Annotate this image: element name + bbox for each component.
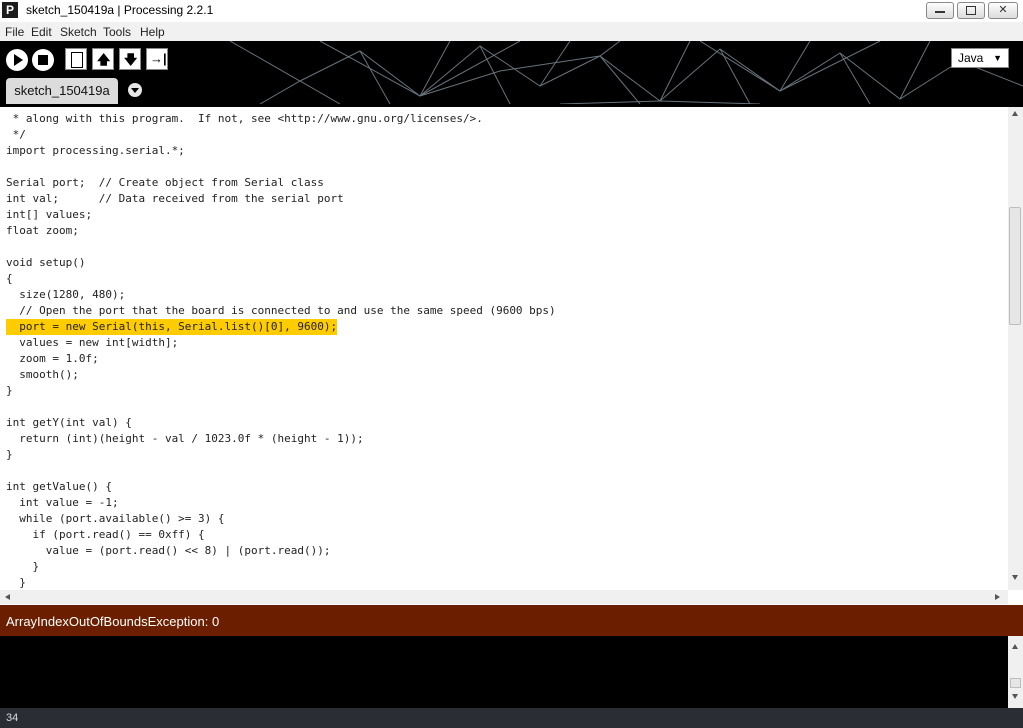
tab-menu-arrow-icon	[131, 88, 139, 93]
play-icon	[14, 54, 23, 66]
editor-scroll-thumb[interactable]	[1009, 207, 1021, 325]
code-line[interactable]: int value = -1;	[6, 495, 118, 511]
arrow-down-icon: 🡇	[124, 52, 138, 67]
code-line[interactable]: values = new int[width];	[6, 335, 178, 351]
code-line[interactable]: int getY(int val) {	[6, 415, 132, 431]
error-message: ArrayIndexOutOfBoundsException: 0	[6, 614, 220, 629]
console-output[interactable]	[0, 636, 1008, 708]
scroll-left-arrow-icon	[5, 594, 10, 600]
code-line[interactable]: */	[6, 127, 26, 143]
code-line[interactable]: value = (port.read() << 8) | (port.read(…	[6, 543, 331, 559]
tab-menu-button[interactable]	[128, 83, 142, 97]
tab-sketch[interactable]: sketch_150419a	[6, 78, 118, 104]
restore-button[interactable]	[957, 2, 985, 19]
title-bar: P sketch_150419a | Processing 2.2.1 ✕	[0, 0, 1023, 23]
code-line[interactable]: return (int)(height - val / 1023.0f * (h…	[6, 431, 363, 447]
minimize-icon	[935, 11, 945, 13]
stop-icon	[38, 55, 48, 65]
code-line[interactable]: Serial port; // Create object from Seria…	[6, 175, 324, 191]
menu-help[interactable]: Help	[140, 25, 165, 39]
mode-label: Java	[958, 51, 984, 65]
export-arrow-icon: →|	[150, 51, 167, 66]
error-status-bar: ArrayIndexOutOfBoundsException: 0	[0, 605, 1023, 636]
scroll-down-arrow-icon	[1012, 575, 1018, 580]
window-title: sketch_150419a | Processing 2.2.1	[26, 3, 214, 17]
code-line[interactable]: zoom = 1.0f;	[6, 351, 98, 367]
code-line[interactable]: int val; // Data received from the seria…	[6, 191, 344, 207]
open-button[interactable]: 🡅	[92, 48, 114, 70]
processing-app-icon: P	[2, 2, 18, 18]
code-line[interactable]: float zoom;	[6, 223, 79, 239]
code-line[interactable]: {	[6, 271, 13, 287]
code-line[interactable]: if (port.read() == 0xff) {	[6, 527, 204, 543]
menu-file[interactable]: File	[5, 25, 24, 39]
arrow-up-icon: 🡅	[97, 52, 111, 67]
current-line-number: 34	[6, 712, 19, 724]
console-scroll-thumb[interactable]	[1010, 678, 1021, 688]
editor-vertical-scrollbar[interactable]	[1008, 107, 1023, 590]
code-line[interactable]: * along with this program. If not, see <…	[6, 111, 483, 127]
code-line[interactable]: int getValue() {	[6, 479, 112, 495]
scroll-up-arrow-icon	[1012, 111, 1018, 116]
console-scroll-up-icon	[1012, 644, 1018, 649]
console-scroll-down-icon	[1012, 694, 1018, 699]
code-line[interactable]: void setup()	[6, 255, 85, 271]
export-button[interactable]: →|	[146, 48, 168, 70]
code-line[interactable]: import processing.serial.*;	[6, 143, 185, 159]
menu-sketch[interactable]: Sketch	[60, 25, 97, 39]
code-line[interactable]: size(1280, 480);	[6, 287, 125, 303]
scroll-right-arrow-icon	[995, 594, 1000, 600]
code-line[interactable]: port = new Serial(this, Serial.list()[0]…	[6, 319, 338, 335]
code-editor[interactable]: * along with this program. If not, see <…	[0, 104, 1023, 590]
menu-bar: File Edit Sketch Tools Help	[0, 22, 1023, 41]
code-line[interactable]: }	[6, 447, 13, 463]
menu-tools[interactable]: Tools	[103, 25, 131, 39]
code-line[interactable]: }	[6, 383, 13, 399]
minimize-button[interactable]	[926, 2, 954, 19]
code-line[interactable]: smooth();	[6, 367, 79, 383]
code-line[interactable]: }	[6, 559, 39, 575]
save-button[interactable]: 🡇	[119, 48, 141, 70]
line-number-bar: 34	[0, 708, 1023, 728]
stop-button[interactable]	[32, 49, 54, 71]
restore-icon	[966, 6, 976, 15]
close-button[interactable]: ✕	[988, 2, 1018, 19]
code-line[interactable]: }	[6, 575, 26, 591]
code-line[interactable]: while (port.available() >= 3) {	[6, 511, 224, 527]
editor-horizontal-scrollbar[interactable]	[0, 590, 1008, 604]
new-button[interactable]	[65, 48, 87, 70]
chevron-down-icon: ▼	[993, 53, 1002, 63]
console-scrollbar[interactable]	[1008, 636, 1023, 708]
mode-selector[interactable]: Java ▼	[951, 48, 1009, 68]
code-line[interactable]: int[] values;	[6, 207, 92, 223]
toolbar: 🡅 🡇 →| Java ▼ sketch_150419a	[0, 41, 1023, 104]
new-file-icon	[71, 52, 83, 68]
run-button[interactable]	[6, 49, 28, 71]
close-icon: ✕	[998, 4, 1008, 16]
code-line[interactable]: // Open the port that the board is conne…	[6, 303, 555, 319]
menu-edit[interactable]: Edit	[31, 25, 52, 39]
